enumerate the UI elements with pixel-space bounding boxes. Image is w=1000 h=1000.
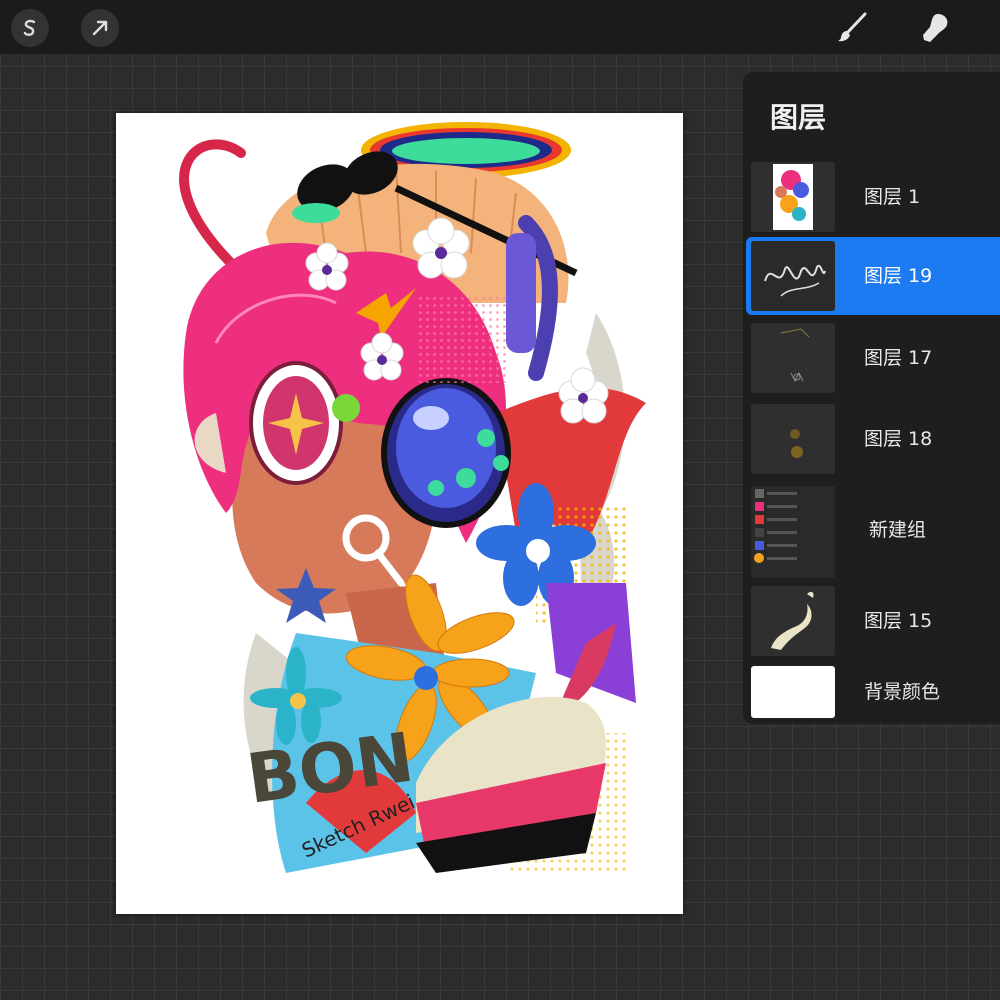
layers-panel-title: 图层 [770,101,827,134]
layers-panel: 图层 图层 1 图层 19 图层 17 图层 18 新建组 图层 15 背景颜色 [743,72,1000,724]
layer-name: 图层 15 [864,610,933,632]
group-name: 新建组 [869,519,927,541]
layer-thumbnail [751,586,835,656]
layer-row-19[interactable]: 图层 19 [746,237,1000,315]
background-color-label: 背景颜色 [864,681,941,703]
smudge-icon[interactable] [917,10,953,46]
layer-name: 图层 1 [864,186,921,208]
artwork-illustration: BON Sketch Rwei [179,122,646,873]
layer-row-1[interactable]: 图层 1 [743,158,1000,236]
layer-name: 图层 18 [864,428,933,450]
background-color-swatch[interactable] [751,666,835,718]
group-thumbnail [751,486,835,578]
layer-thumbnail [751,162,835,232]
layer-thumbnail [751,241,835,311]
layer-thumbnail [751,404,835,474]
artwork-canvas[interactable]: BON Sketch Rwei [116,113,683,914]
layer-thumbnail [751,323,835,393]
brush-icon[interactable] [834,10,870,46]
layer-row-15[interactable]: 图层 15 [743,582,1000,660]
layer-row-18[interactable]: 图层 18 [743,400,1000,478]
layer-row-17[interactable]: 图层 17 [743,319,1000,397]
transform-arrow-icon[interactable] [81,9,119,47]
layer-name: 图层 19 [864,265,933,287]
background-color-row[interactable]: 背景颜色 [743,662,1000,722]
top-toolbar [0,0,1000,54]
selection-s-icon[interactable] [11,9,49,47]
layer-name: 图层 17 [864,347,933,369]
layer-group[interactable]: 新建组 [743,482,1000,578]
